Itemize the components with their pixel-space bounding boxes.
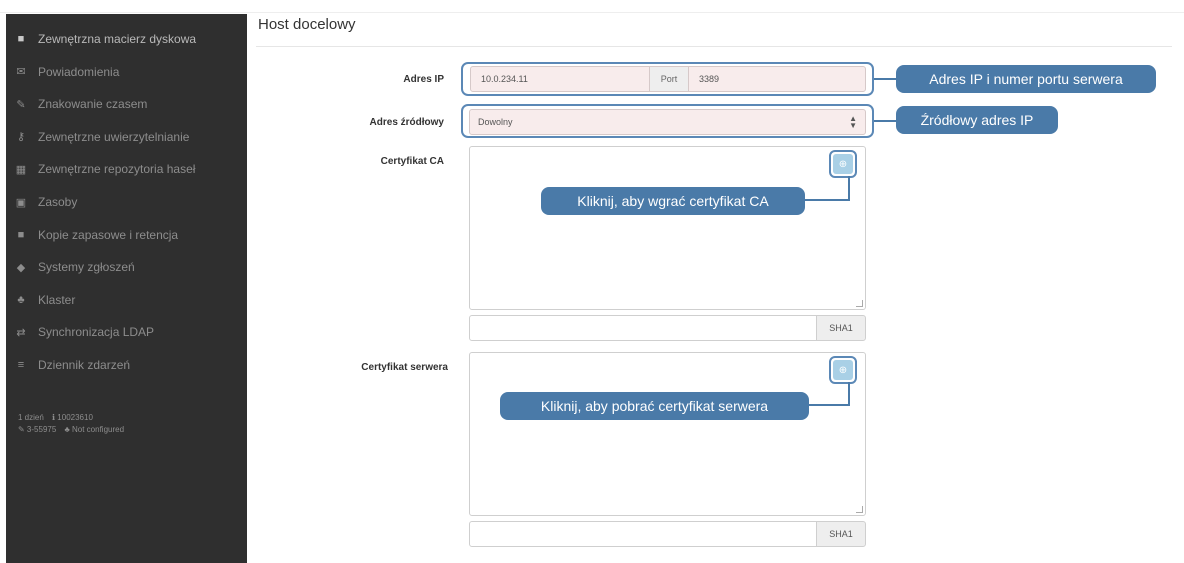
- sidebar-item[interactable]: ⚷ Zewnętrzne uwierzytelnianie: [6, 126, 247, 148]
- ca-upload-button[interactable]: ⊕: [829, 150, 857, 178]
- uptime-text: 1 dzień: [18, 413, 44, 422]
- source-address-highlight: [461, 104, 874, 138]
- sidebar-item[interactable]: ▣ Zasoby: [6, 191, 247, 213]
- sidebar-item-label: Powiadomienia: [38, 64, 120, 79]
- sidebar-item-label: Zewnętrzne uwierzytelnianie: [38, 129, 190, 144]
- server-sha1-input[interactable]: [469, 521, 817, 547]
- ip-callout-connector: [874, 78, 897, 80]
- sidebar-item-label: Zewnętrzne repozytoria haseł: [38, 162, 196, 177]
- resize-handle-icon[interactable]: [856, 506, 863, 513]
- sidebar-item[interactable]: ≡ Dziennik zdarzeń: [6, 354, 247, 376]
- cluster-status-text: ♣ Not configured: [64, 425, 125, 434]
- server-sha1-addon: SHA1: [816, 521, 866, 547]
- server-callout-connector-h: [808, 404, 850, 406]
- sidebar-item[interactable]: ◆ Systemy zgłoszeń: [6, 256, 247, 278]
- folder-icon: ■: [17, 33, 25, 45]
- sidebar-item[interactable]: ♣ Klaster: [6, 289, 247, 311]
- resize-handle-icon[interactable]: [856, 300, 863, 307]
- top-divider: [0, 12, 1184, 13]
- sidebar-item[interactable]: ■ Kopie zapasowe i retencja: [6, 224, 247, 246]
- sidebar-item-label: Klaster: [38, 292, 76, 307]
- server-callout-connector-v: [848, 382, 850, 406]
- sidebar-item-label: Kopie zapasowe i retencja: [38, 227, 179, 242]
- sidebar-item-label: Zewnętrzna macierz dyskowa: [38, 32, 197, 46]
- title-divider: [256, 46, 1172, 47]
- system-info: 1 dzień ℹ 10023610 ✎ 3-55975 ♣ Not confi…: [18, 412, 130, 436]
- sidebar-item[interactable]: ✉ Powiadomienia: [6, 61, 247, 83]
- ca-upload-callout: Kliknij, aby wgrać certyfikat CA: [541, 187, 805, 215]
- server-certificate-textarea[interactable]: [469, 352, 866, 516]
- grid-icon: ▦: [15, 163, 27, 176]
- page: ■ Zewnętrzna macierz dyskowa ✉ Powiadomieni…: [0, 0, 1184, 563]
- source-callout-connector: [874, 120, 897, 122]
- server-download-callout: Kliknij, aby pobrać certyfikat serwera: [500, 392, 809, 420]
- ca-sha1-addon: SHA1: [816, 315, 866, 341]
- ip-label: Adres IP: [403, 74, 444, 85]
- source-address-label: Adres źródłowy: [369, 117, 444, 128]
- sidebar-item-label: Dziennik zdarzeń: [38, 358, 131, 372]
- sidebar-item[interactable]: ▦ Zewnętrzne repozytoria haseł: [6, 158, 247, 180]
- source-ip-callout: Źródłowy adres IP: [896, 106, 1058, 134]
- ip-port-highlight: [461, 62, 874, 96]
- image-icon: ▣: [15, 196, 27, 209]
- sidebar-item[interactable]: ■ Zewnętrzna macierz dyskowa: [6, 28, 247, 50]
- ca-certificate-label: Certyfikat CA: [380, 156, 444, 167]
- sidebar-item[interactable]: ⇄ Synchronizacja LDAP: [6, 321, 247, 343]
- tag-icon: ◆: [16, 261, 26, 274]
- ca-callout-connector-h: [804, 199, 850, 201]
- license-text: ℹ 10023610: [52, 413, 93, 422]
- save-icon: ■: [17, 228, 25, 241]
- ip-port-callout: Adres IP i numer portu serwera: [896, 65, 1156, 93]
- download-icon: ⊕: [833, 360, 853, 380]
- sidebar-item-label: Znakowanie czasem: [38, 97, 148, 112]
- ca-callout-connector-v: [848, 176, 850, 201]
- version-text: ✎ 3-55975: [18, 425, 57, 434]
- sidebar-item-label: Zasoby: [38, 195, 78, 209]
- sitemap-icon: ♣: [17, 293, 25, 306]
- pencil-icon: ✎: [16, 98, 26, 111]
- sidebar-item-label: Synchronizacja LDAP: [38, 325, 155, 340]
- exchange-icon: ⇄: [16, 326, 26, 339]
- upload-icon: ⊕: [833, 154, 853, 174]
- server-certificate-label: Certyfikat serwera: [361, 362, 448, 373]
- ca-sha1-input[interactable]: [469, 315, 817, 341]
- page-title: Host docelowy: [258, 16, 356, 33]
- list-icon: ≡: [17, 359, 25, 371]
- key-icon: ⚷: [16, 131, 26, 144]
- sidebar-item-label: Systemy zgłoszeń: [38, 260, 135, 275]
- ca-certificate-textarea[interactable]: [469, 146, 866, 310]
- envelope-icon: ✉: [16, 66, 26, 79]
- sidebar: ■ Zewnętrzna macierz dyskowa ✉ Powiadomieni…: [6, 14, 247, 563]
- server-download-button[interactable]: ⊕: [829, 356, 857, 384]
- sidebar-item[interactable]: ✎ Znakowanie czasem: [6, 93, 247, 115]
